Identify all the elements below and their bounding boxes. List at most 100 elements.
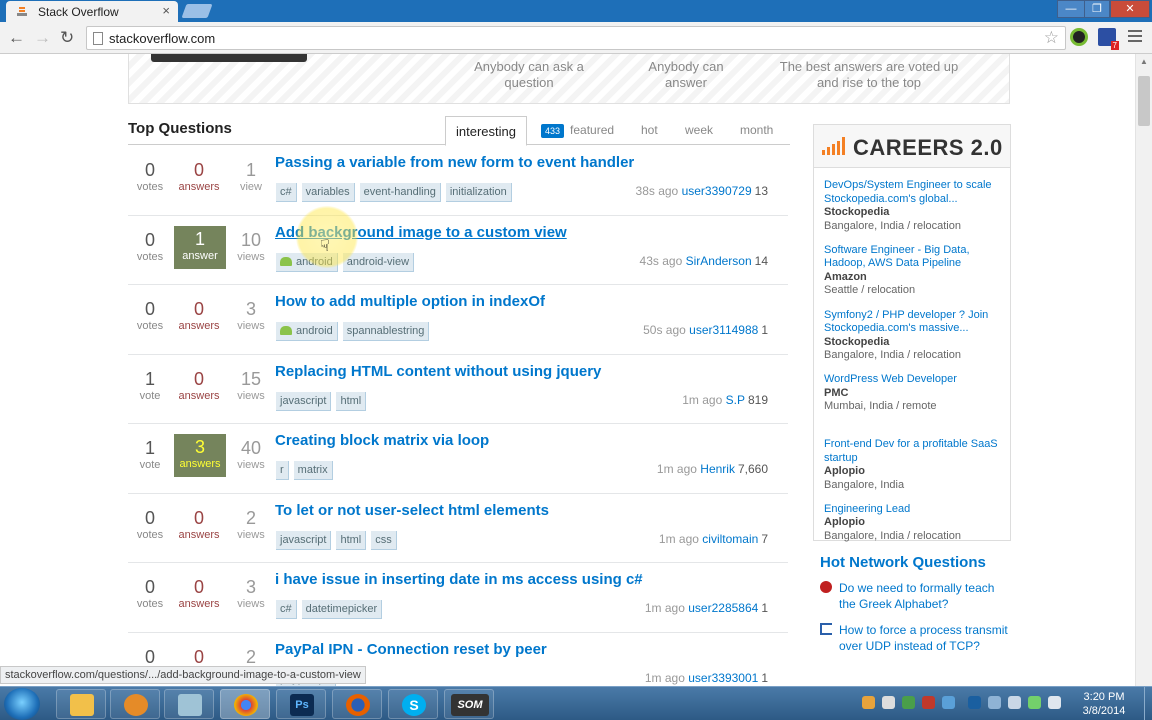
question-user-link[interactable]: Henrik: [700, 462, 735, 476]
taskbar-media[interactable]: [110, 689, 160, 719]
taskbar-explorer[interactable]: [56, 689, 106, 719]
scroll-up-icon[interactable]: ▲: [1140, 57, 1148, 66]
question-time[interactable]: 1m ago: [682, 393, 722, 407]
question-title-link[interactable]: i have issue in inserting date in ms acc…: [275, 571, 643, 588]
tray-app-icon[interactable]: [942, 696, 955, 709]
job-title-link[interactable]: Engineering Lead: [824, 503, 1010, 517]
question-title-link[interactable]: How to add multiple option in indexOf: [275, 293, 545, 310]
question-time[interactable]: 50s ago: [643, 323, 686, 337]
browser-titlebar: Stack Overflow × — ❐ ✕: [0, 0, 1152, 22]
close-window-button[interactable]: ✕: [1110, 0, 1150, 18]
chrome-menu-icon[interactable]: [1128, 30, 1142, 45]
hot-question-title[interactable]: How to force a process transmit over UDP…: [839, 622, 1009, 654]
battery-icon[interactable]: [1028, 696, 1041, 709]
taskbar-firefox[interactable]: [332, 689, 382, 719]
tag[interactable]: datetimepicker: [301, 600, 383, 619]
question-user-link[interactable]: SirAnderson: [686, 254, 752, 268]
tray-app-icon[interactable]: [922, 696, 935, 709]
bluetooth-icon[interactable]: [968, 696, 981, 709]
taskbar-chrome[interactable]: [220, 689, 270, 719]
question-user-link[interactable]: user3393001: [688, 671, 758, 685]
taskbar-photoshop[interactable]: Ps: [276, 689, 326, 719]
tag[interactable]: html: [336, 530, 367, 550]
question-user-link[interactable]: user3114988: [689, 323, 758, 337]
question-user-link[interactable]: S.P: [726, 393, 745, 407]
question-user-link[interactable]: user3390729: [682, 184, 752, 198]
tag[interactable]: css: [371, 530, 397, 550]
tab-hot[interactable]: hot: [641, 116, 658, 145]
job-title-link[interactable]: DevOps/System Engineer to scale Stockope…: [824, 179, 1010, 206]
show-desktop-button[interactable]: [1144, 687, 1152, 720]
address-url[interactable]: stackoverflow.com: [109, 31, 215, 46]
question-time[interactable]: 1m ago: [645, 601, 685, 615]
careers-header[interactable]: CAREERS 2.0: [814, 125, 1010, 168]
scrollbar-thumb[interactable]: [1138, 76, 1150, 126]
tab-week[interactable]: week: [685, 116, 713, 145]
tag-label: c#: [280, 186, 292, 198]
question-title-link[interactable]: Passing a variable from new form to even…: [275, 154, 634, 171]
intro-dark-button[interactable]: [151, 54, 307, 62]
question-title-link[interactable]: Replacing HTML content without using jqu…: [275, 363, 601, 380]
tab-month[interactable]: month: [740, 116, 773, 145]
reload-icon[interactable]: ↻: [60, 28, 74, 48]
tag[interactable]: event-handling: [359, 183, 441, 202]
tag[interactable]: android: [276, 322, 338, 341]
question-title-link[interactable]: Creating block matrix via loop: [275, 432, 489, 449]
tag[interactable]: matrix: [293, 461, 333, 480]
question-time[interactable]: 1m ago: [657, 462, 697, 476]
minimize-button[interactable]: —: [1057, 0, 1085, 18]
maximize-button[interactable]: ❐: [1084, 0, 1110, 18]
job-title-link[interactable]: WordPress Web Developer: [824, 373, 1010, 387]
start-button[interactable]: [4, 688, 40, 720]
taskbar-clock[interactable]: 3:20 PM 3/8/2014: [1072, 690, 1136, 718]
tag[interactable]: r: [276, 461, 289, 480]
question-time[interactable]: 38s ago: [636, 184, 679, 198]
job-title-link[interactable]: Front-end Dev for a profitable SaaS star…: [824, 438, 1010, 465]
tag[interactable]: c#: [276, 600, 297, 619]
action-center-icon[interactable]: [988, 696, 1001, 709]
browser-tab[interactable]: Stack Overflow ×: [6, 1, 178, 22]
tag[interactable]: android-view: [342, 252, 415, 272]
tag[interactable]: javascript: [276, 391, 332, 411]
tag[interactable]: initialization: [445, 183, 512, 202]
answer-count: 0answers: [174, 508, 224, 542]
new-tab-button[interactable]: [181, 4, 213, 18]
volume-icon[interactable]: [1048, 696, 1061, 709]
question-user-link[interactable]: civiltomain: [702, 532, 758, 546]
question-time[interactable]: 1m ago: [659, 532, 699, 546]
tab-close-icon[interactable]: ×: [162, 3, 170, 18]
question-time[interactable]: 43s ago: [640, 254, 683, 268]
page-scrollbar[interactable]: ▲: [1135, 54, 1152, 686]
extension-badge-icon[interactable]: 7: [1098, 28, 1119, 50]
photoshop-icon: Ps: [290, 694, 314, 716]
question-title-link[interactable]: Add background image to a custom view: [275, 224, 567, 241]
site-bracket-icon: [820, 623, 832, 635]
taskbar-som[interactable]: SOM: [444, 689, 494, 719]
tab-interesting[interactable]: interesting: [445, 116, 527, 146]
job-title-link[interactable]: Software Engineer - Big Data, Hadoop, AW…: [824, 244, 1010, 271]
job-title-link[interactable]: Symfony2 / PHP developer ? Join Stockope…: [824, 309, 1010, 336]
bookmark-star-icon[interactable]: ☆: [1044, 28, 1059, 48]
question-user-link[interactable]: user2285864: [688, 601, 758, 615]
question-title-link[interactable]: To let or not user-select html elements: [275, 502, 549, 519]
network-icon[interactable]: [1008, 696, 1021, 709]
taskbar-files[interactable]: [164, 689, 214, 719]
tray-app-icon[interactable]: [902, 696, 915, 709]
tab-featured[interactable]: 433 featured: [541, 116, 614, 145]
tag[interactable]: javascript: [276, 530, 332, 550]
tray-app-icon[interactable]: [882, 696, 895, 709]
extension-icon[interactable]: [1070, 28, 1088, 46]
tag[interactable]: html: [336, 391, 367, 411]
tag[interactable]: spannablestring: [342, 322, 430, 341]
tray-app-icon[interactable]: [862, 696, 875, 709]
tag[interactable]: variables: [301, 183, 355, 202]
address-bar[interactable]: stackoverflow.com ☆: [86, 26, 1066, 50]
forward-arrow-icon[interactable]: →: [34, 28, 51, 48]
question-time[interactable]: 1m ago: [645, 671, 685, 685]
hot-question-title[interactable]: Do we need to formally teach the Greek A…: [839, 580, 1009, 612]
skype-icon: S: [402, 694, 426, 716]
taskbar-skype[interactable]: S: [388, 689, 438, 719]
tag[interactable]: c#: [276, 183, 297, 202]
back-arrow-icon[interactable]: ←: [8, 28, 25, 48]
question-title-link[interactable]: PayPal IPN - Connection reset by peer: [275, 641, 547, 658]
